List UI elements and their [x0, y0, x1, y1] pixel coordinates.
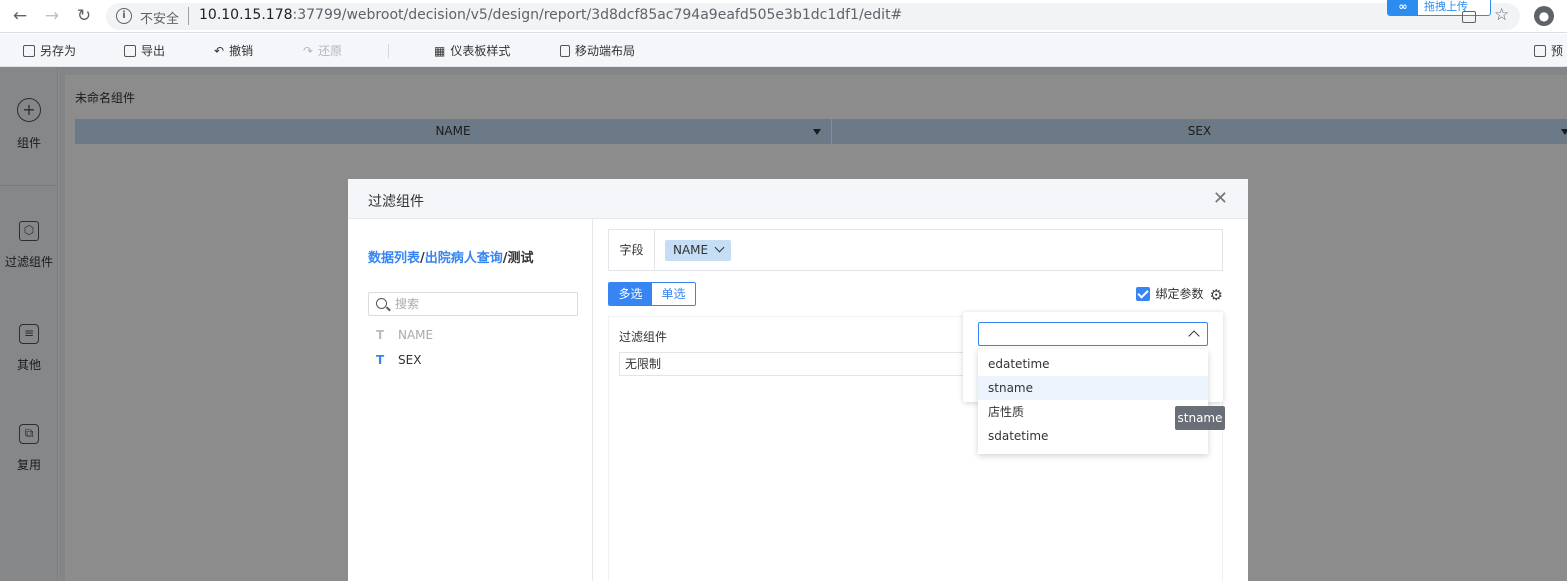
baidu-cloud-icon: ∞ [1388, 0, 1418, 15]
dashboard-style-label: 仪表板样式 [450, 44, 511, 58]
field-item-label: SEX [398, 353, 422, 367]
preview-title: 过滤组件 [619, 330, 668, 344]
bind-param-label: 绑定参数 [1155, 287, 1204, 301]
address-bar[interactable]: i 不安全 10.10.15.178:37799/webroot/decisio… [106, 3, 1520, 30]
export-button[interactable]: 导出 [124, 42, 165, 59]
grid-icon: ▦ [434, 44, 446, 58]
option-tooltip: stname [1175, 406, 1225, 430]
multi-select-button[interactable]: 多选 [609, 283, 652, 305]
search-icon [376, 298, 387, 309]
single-select-button[interactable]: 单选 [652, 283, 695, 305]
forward-icon[interactable]: → [40, 5, 64, 27]
text-type-icon: T [376, 328, 385, 342]
breadcrumb: 数据列表/出院病人查询/测试 [368, 247, 534, 266]
mobile-icon [560, 45, 570, 57]
chevron-down-icon [714, 242, 725, 253]
breadcrumb-link-data-list[interactable]: 数据列表 [368, 251, 420, 266]
dialog-header: 过滤组件 ✕ [348, 179, 1248, 219]
breadcrumb-link-query[interactable]: 出院病人查询 [425, 251, 503, 266]
save-as-button[interactable]: 另存为 [23, 42, 76, 59]
undo-button[interactable]: ↶ 撤销 [214, 42, 253, 59]
designer-toolbar: 另存为 导出 ↶ 撤销 ↷ 还原 ▦ 仪表板样式 移动端布局 预 [0, 34, 1567, 67]
bind-param-control: 绑定参数 ⚙ [1135, 285, 1223, 304]
account-icon[interactable]: ● [1534, 6, 1554, 26]
field-tag-name[interactable]: NAME [665, 240, 732, 261]
param-option[interactable]: stname [978, 376, 1208, 400]
preview-button[interactable]: 预 [1534, 42, 1563, 59]
insecure-label: 不安全 [140, 12, 180, 27]
text-type-icon: T [376, 353, 385, 367]
redo-button[interactable]: ↷ 还原 [303, 42, 342, 59]
breadcrumb-current: 测试 [507, 251, 534, 266]
cast-icon[interactable] [1462, 11, 1476, 23]
undo-icon: ↶ [214, 44, 225, 58]
field-item-sex[interactable]: T SEX [376, 353, 421, 367]
field-item-label: NAME [398, 328, 434, 342]
save-icon [23, 45, 35, 57]
preview-filter-input[interactable]: 无限制 [619, 352, 969, 376]
field-search-input[interactable] [395, 296, 565, 312]
param-option[interactable]: 店性质 [978, 400, 1208, 424]
preview-label: 预 [1551, 44, 1564, 58]
url-path: :37799/webroot/decision/v5/design/report… [292, 7, 903, 23]
param-option[interactable]: edatetime [978, 352, 1208, 376]
gear-icon[interactable]: ⚙ [1210, 286, 1223, 304]
url-host: 10.10.15.178 [199, 7, 293, 23]
bind-param-checkbox[interactable] [1135, 287, 1150, 301]
toolbar-divider [388, 44, 389, 58]
param-option[interactable]: sdatetime [978, 424, 1208, 448]
export-icon [124, 45, 136, 57]
redo-label: 还原 [318, 44, 343, 58]
field-row-label: 字段 [609, 230, 655, 270]
bookmark-star-icon[interactable]: ☆ [1494, 5, 1509, 25]
selection-mode-toggle: 多选 单选 [608, 282, 696, 306]
param-options-list: edatetime stname 店性质 sdatetime [978, 349, 1208, 454]
field-drop-row: 字段 NAME [608, 229, 1223, 271]
redo-icon: ↷ [303, 44, 314, 58]
reload-icon[interactable]: ↻ [72, 5, 96, 27]
close-icon[interactable]: ✕ [1213, 188, 1228, 209]
field-source-panel: 数据列表/出院病人查询/测试 T NAME T SEX [348, 219, 593, 581]
mobile-layout-button[interactable]: 移动端布局 [560, 42, 635, 59]
undo-label: 撤销 [229, 44, 254, 58]
info-icon[interactable]: i [116, 8, 132, 24]
param-select[interactable] [978, 322, 1208, 346]
back-icon[interactable]: ← [8, 5, 32, 27]
url-text[interactable]: 10.10.15.178:37799/webroot/decision/v5/d… [199, 7, 902, 23]
dialog-title: 过滤组件 [368, 194, 424, 210]
monitor-icon [1534, 45, 1546, 57]
field-search-box[interactable] [368, 292, 578, 316]
dashboard-style-button[interactable]: ▦ 仪表板样式 [434, 42, 510, 59]
url-divider [188, 7, 189, 25]
chevron-up-icon[interactable] [1188, 330, 1200, 342]
mobile-layout-label: 移动端布局 [575, 44, 636, 58]
field-item-name[interactable]: T NAME [376, 328, 433, 342]
export-label: 导出 [141, 44, 166, 58]
save-as-label: 另存为 [40, 44, 77, 58]
browser-bar: ← → ↻ i 不安全 10.10.15.178:37799/webroot/d… [0, 0, 1567, 33]
field-tag-label: NAME [673, 243, 709, 257]
